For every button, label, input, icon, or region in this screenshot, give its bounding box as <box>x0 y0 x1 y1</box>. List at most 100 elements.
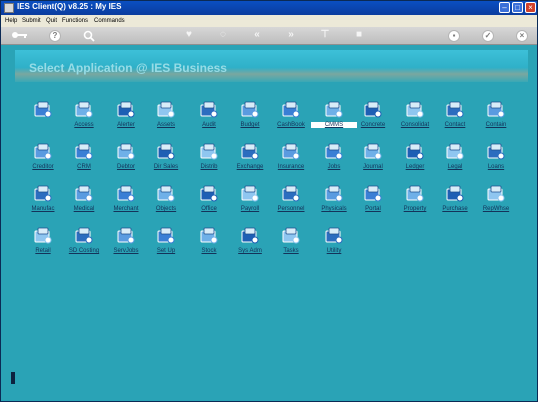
insurance-icon <box>281 143 301 161</box>
app-label: CashBook <box>277 122 305 128</box>
app-label: Assets <box>156 122 175 128</box>
close-window-button[interactable]: × <box>525 2 536 13</box>
app-label: Contact <box>444 122 466 128</box>
app-icon <box>4 3 14 13</box>
manufac-icon <box>33 185 53 203</box>
app-label: Contain <box>485 122 507 128</box>
app-loans[interactable]: Loans <box>473 143 519 179</box>
sd-costing-icon <box>74 227 94 245</box>
search-icon[interactable] <box>83 30 95 42</box>
app-label: Budget <box>240 122 260 128</box>
app-dir-sales[interactable]: Dir Sales <box>143 143 189 179</box>
app-journal[interactable]: Journal <box>350 143 396 179</box>
app-insurance[interactable]: Insurance <box>268 143 314 179</box>
budget-icon <box>240 101 260 119</box>
app-utility[interactable]: Utility <box>311 227 357 263</box>
app-label: Loans <box>487 164 505 170</box>
minimize-button[interactable]: – <box>499 2 510 13</box>
app-personnel[interactable]: Personnel <box>268 185 314 221</box>
forward-icon[interactable]: » <box>285 30 297 42</box>
app-label: Sys Adm <box>238 248 262 254</box>
app-cashbook[interactable]: CashBook <box>268 101 314 137</box>
key-icon[interactable] <box>11 30 29 42</box>
app-label: Distrib <box>200 164 218 170</box>
tasks-icon <box>281 227 301 245</box>
app-label: Journal <box>363 164 383 170</box>
menu-functions[interactable]: Functions <box>62 18 88 24</box>
app-exchange[interactable]: Exchange <box>227 143 273 179</box>
jobs-icon <box>324 143 344 161</box>
heart-icon[interactable]: ♥ <box>183 30 195 42</box>
stop-icon[interactable]: ■ <box>353 30 365 42</box>
menu-submit[interactable]: Submit <box>22 18 41 24</box>
help-icon[interactable]: ? <box>49 30 61 42</box>
app-creditor[interactable]: Creditor <box>20 143 66 179</box>
journal-icon <box>363 143 383 161</box>
portal-icon <box>363 185 383 203</box>
window-title: IES Client(Q) v8.25 : My IES <box>17 2 122 11</box>
title-bar: IES Client(Q) v8.25 : My IES – □ × <box>1 1 537 15</box>
app-repwhse[interactable]: RepWhse <box>473 185 519 221</box>
cmms-icon <box>324 101 344 119</box>
ledger-icon <box>405 143 425 161</box>
menu-quit[interactable]: Quit <box>46 18 57 24</box>
merchant-icon <box>116 185 136 203</box>
app-label: Payroll <box>240 206 260 212</box>
app-tasks[interactable]: Tasks <box>268 227 314 263</box>
app-medical[interactable]: Medical <box>61 185 107 221</box>
app-contact[interactable]: Contact <box>432 101 478 137</box>
creditor-icon <box>33 143 53 161</box>
app-sys-adm[interactable]: Sys Adm <box>227 227 273 263</box>
printer-icon[interactable]: ▪ <box>448 30 460 42</box>
app-crm[interactable]: CRM <box>61 143 107 179</box>
app-legal[interactable]: Legal <box>432 143 478 179</box>
close-icon[interactable]: × <box>516 30 528 42</box>
repwhse-icon <box>486 185 506 203</box>
app-budget[interactable]: Budget <box>227 101 273 137</box>
payroll-icon <box>240 185 260 203</box>
app-sd-costing[interactable]: SD Costing <box>61 227 107 263</box>
maximize-button[interactable]: □ <box>512 2 523 13</box>
medical-icon <box>74 185 94 203</box>
concrete-icon <box>363 101 383 119</box>
app-app-0-0[interactable] <box>20 101 66 137</box>
app-stock[interactable]: Stock <box>186 227 232 263</box>
app-office[interactable]: Office <box>186 185 232 221</box>
consolidat-icon <box>405 101 425 119</box>
stock-icon <box>199 227 219 245</box>
personnel-icon <box>281 185 301 203</box>
app-portal[interactable]: Portal <box>350 185 396 221</box>
app-purchase[interactable]: Purchase <box>432 185 478 221</box>
filter-icon[interactable]: ⊤ <box>319 30 331 42</box>
menu-help[interactable]: Help <box>5 18 17 24</box>
debtor-icon <box>116 143 136 161</box>
app-concrete[interactable]: Concrete <box>350 101 396 137</box>
app-label: Dir Sales <box>153 164 179 170</box>
app-manufac[interactable]: Manufac <box>20 185 66 221</box>
app-contain[interactable]: Contain <box>473 101 519 137</box>
app-label: Portal <box>365 206 381 212</box>
app-assets[interactable]: Assets <box>143 101 189 137</box>
app-objects[interactable]: Objects <box>143 185 189 221</box>
app-retail[interactable]: Retail <box>20 227 66 263</box>
exchange-icon <box>240 143 260 161</box>
app-payroll[interactable]: Payroll <box>227 185 273 221</box>
check-icon[interactable]: ✓ <box>482 30 494 42</box>
access-icon <box>74 101 94 119</box>
servjobs-icon <box>116 227 136 245</box>
contain-icon <box>486 101 506 119</box>
power-icon[interactable]: ◌ <box>217 30 229 42</box>
rewind-icon[interactable]: « <box>251 30 263 42</box>
banner: Select Application @ IES Business <box>15 50 528 82</box>
app-audit[interactable]: Audit <box>186 101 232 137</box>
app-access[interactable]: Access <box>61 101 107 137</box>
menu-commands[interactable]: Commands <box>94 18 125 24</box>
app-distrib[interactable]: Distrib <box>186 143 232 179</box>
side-marker <box>11 372 15 384</box>
app-set-up[interactable]: Set Up <box>143 227 189 263</box>
cashbook-icon <box>281 101 301 119</box>
loans-icon <box>486 143 506 161</box>
app-label: Medical <box>73 206 95 212</box>
purchase-icon <box>445 185 465 203</box>
app-label: Office <box>201 206 217 212</box>
